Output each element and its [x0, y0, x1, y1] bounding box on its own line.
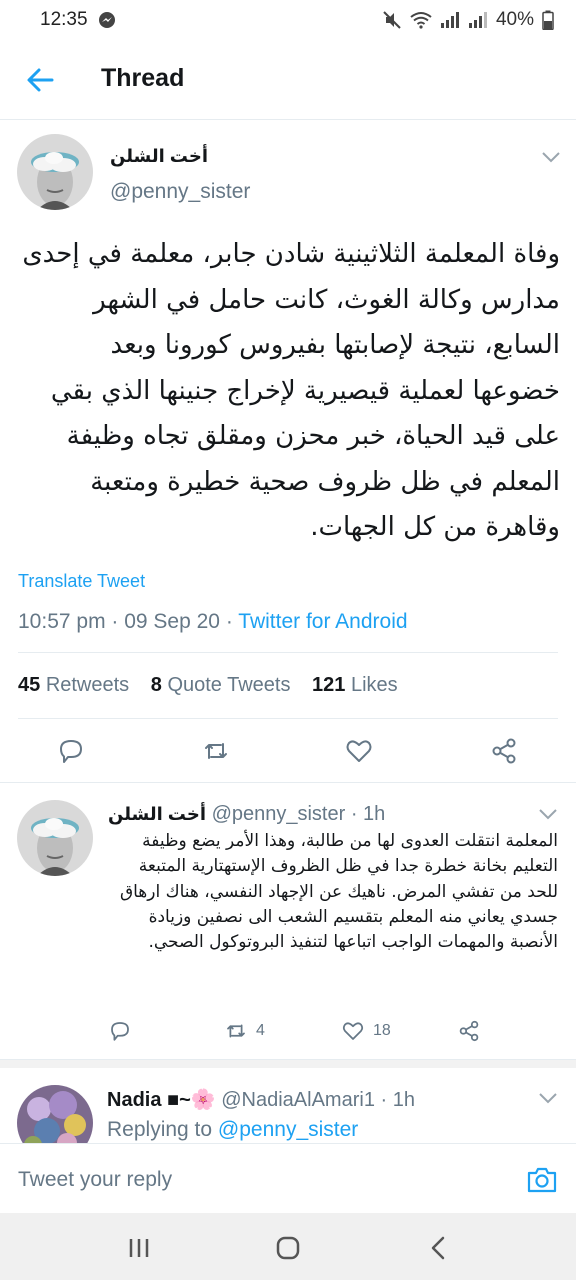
author-name[interactable]: أخت الشلن	[108, 804, 206, 824]
share-icon[interactable]	[489, 736, 519, 766]
tweet-stats: 45 Retweets 8 Quote Tweets 121 Likes	[18, 674, 398, 697]
chevron-down-icon[interactable]	[538, 808, 558, 820]
reply-action[interactable]	[108, 1019, 132, 1043]
tweet-metadata: 10:57 pm · 09 Sep 20 · Twitter for Andro…	[18, 610, 408, 634]
camera-icon[interactable]	[526, 1164, 558, 1196]
reply-header: Nadia ■~🌸 @NadiaAlAmari1 · 1h	[107, 1087, 415, 1112]
avatar-image	[17, 1085, 93, 1143]
thread-header: Thread	[0, 40, 576, 120]
author-handle[interactable]: @NadiaAlAmari1	[221, 1089, 375, 1111]
signal-icon	[468, 12, 487, 28]
reply-icon[interactable]	[56, 736, 86, 766]
battery-icon	[542, 10, 554, 30]
separator-dot: ·	[350, 803, 364, 825]
like-count: 18	[373, 1022, 391, 1039]
reply-input[interactable]: Tweet your reply	[18, 1168, 172, 1192]
share-icon	[459, 1020, 479, 1042]
translate-tweet-link[interactable]: Translate Tweet	[18, 571, 145, 592]
home-icon[interactable]	[273, 1233, 303, 1263]
author-name[interactable]: أخت الشلن	[110, 146, 208, 167]
likes-label: Likes	[350, 674, 398, 696]
retweet-count: 4	[256, 1022, 265, 1039]
retweet-icon	[227, 1024, 245, 1038]
quote-tweets-stat[interactable]: 8 Quote Tweets	[151, 674, 291, 696]
back-arrow-icon[interactable]	[24, 64, 56, 96]
separator-dot: ·	[111, 610, 125, 633]
tweet-time: 10:57 pm	[18, 610, 106, 633]
compose-bar: Tweet your reply	[0, 1143, 576, 1213]
separator-dot: ·	[380, 1089, 393, 1111]
nadia-tweet[interactable]: Nadia ■~🌸 @NadiaAlAmari1 · 1h Replying t…	[0, 1068, 576, 1143]
mute-icon	[383, 11, 401, 29]
like-heart-icon	[342, 1022, 364, 1040]
wifi-icon	[410, 12, 432, 29]
like-heart-icon[interactable]	[344, 736, 374, 766]
quote-label: Quote Tweets	[167, 674, 291, 696]
retweets-count: 45	[18, 674, 41, 696]
avatar[interactable]	[17, 1085, 93, 1143]
tweet-source-link[interactable]: Twitter for Android	[238, 610, 407, 633]
share-action[interactable]	[457, 1019, 481, 1043]
quote-count: 8	[150, 674, 162, 696]
back-icon[interactable]	[424, 1233, 454, 1263]
tweet-age: 1h	[392, 1089, 415, 1111]
recent-apps-icon[interactable]	[124, 1233, 154, 1263]
chevron-down-icon[interactable]	[541, 151, 561, 163]
replying-label: Replying to	[107, 1118, 213, 1141]
retweet-action[interactable]: 4	[224, 1019, 265, 1043]
chevron-down-icon[interactable]	[538, 1092, 558, 1104]
tweet-age: 1h	[363, 803, 386, 825]
likes-count: 121	[312, 674, 346, 696]
tweet-text: وفاة المعلمة الثلاثينية شادن جابر، معلمة…	[22, 239, 560, 542]
replying-to-handle[interactable]: @penny_sister	[218, 1118, 358, 1141]
reply-header: أخت الشلن @penny_sister · 1h	[108, 803, 385, 826]
status-bar: 12:35 40%	[0, 0, 576, 40]
section-separator	[0, 1060, 576, 1068]
likes-stat[interactable]: 121 Likes	[312, 674, 398, 696]
tweet-date: 09 Sep 20	[124, 610, 220, 633]
author-handle[interactable]: @penny_sister	[212, 803, 346, 825]
page-title: Thread	[101, 64, 185, 92]
status-time: 12:35	[40, 9, 88, 30]
retweets-label: Retweets	[45, 674, 130, 696]
author-handle[interactable]: @penny_sister	[110, 180, 250, 204]
separator-dot: ·	[225, 610, 239, 633]
divider	[18, 718, 558, 719]
signal-icon	[440, 12, 459, 28]
tweet-text: المعلمة انتقلت العدوى لها من طالبة، وهذا…	[119, 831, 558, 953]
avatar-image	[17, 134, 93, 210]
retweet-icon[interactable]	[201, 736, 231, 766]
divider	[18, 652, 558, 653]
battery-percent: 40%	[495, 9, 534, 30]
system-nav-bar	[0, 1213, 576, 1280]
like-action[interactable]: 18	[341, 1019, 391, 1043]
author-name[interactable]: Nadia ■~🌸	[107, 1089, 216, 1111]
avatar[interactable]	[17, 134, 93, 210]
avatar[interactable]	[17, 800, 93, 876]
messenger-icon	[98, 12, 115, 28]
retweets-stat[interactable]: 45 Retweets	[18, 674, 129, 696]
reply-icon	[111, 1022, 129, 1041]
replying-to: Replying to @penny_sister	[107, 1118, 358, 1142]
avatar-image	[17, 800, 93, 876]
